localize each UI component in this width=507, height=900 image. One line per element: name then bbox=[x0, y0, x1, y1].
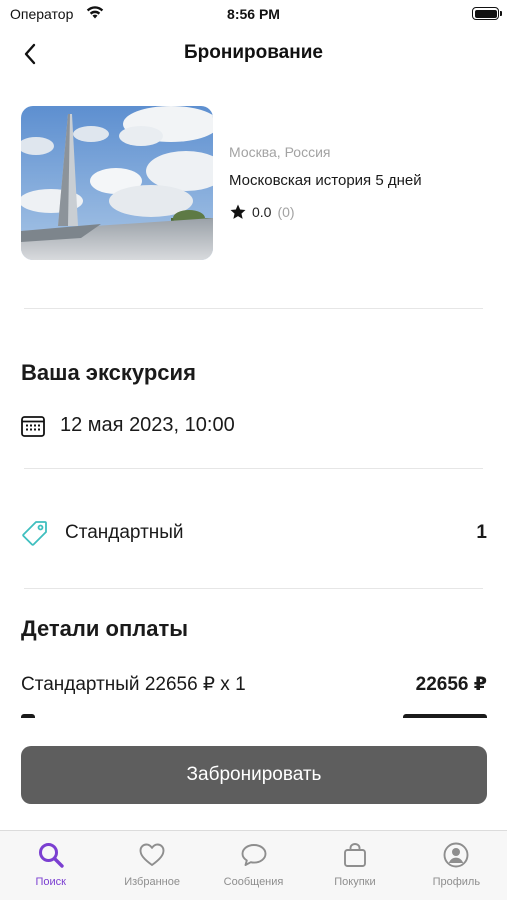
battery-icon bbox=[472, 7, 502, 20]
tour-name: Московская история 5 дней bbox=[229, 172, 422, 189]
excursion-date-row[interactable]: 12 мая 2023, 10:00 bbox=[21, 414, 235, 437]
tab-label: Сообщения bbox=[223, 876, 284, 888]
star-icon bbox=[230, 204, 246, 219]
price-tag-icon bbox=[22, 521, 47, 546]
status-time: 8:56 PM bbox=[227, 6, 280, 22]
search-icon bbox=[38, 843, 64, 868]
payment-row-partial bbox=[0, 700, 507, 718]
tour-location: Москва, Россия bbox=[229, 144, 331, 160]
excursion-date: 12 мая 2023, 10:00 bbox=[60, 414, 235, 436]
tab-label: Поиск bbox=[35, 876, 66, 888]
tour-rating: 0.0 (0) bbox=[229, 203, 295, 221]
page-title: Бронирование bbox=[184, 42, 323, 63]
tab-favorites[interactable]: Избранное bbox=[101, 831, 202, 900]
ticket-count: 1 bbox=[476, 522, 487, 543]
payment-row-amount: 22656 ₽ bbox=[415, 674, 487, 695]
tab-label: Избранное bbox=[124, 876, 180, 888]
book-button[interactable]: Забронировать bbox=[21, 746, 487, 804]
payment-row-label: Стандартный 22656 ₽ х 1 bbox=[21, 674, 246, 695]
divider bbox=[24, 468, 483, 469]
calendar-icon bbox=[21, 415, 45, 437]
tab-label: Профиль bbox=[432, 876, 481, 888]
tab-label: Покупки bbox=[334, 876, 376, 888]
payment-section-title: Детали оплаты bbox=[21, 616, 189, 641]
payment-row: Стандартный 22656 ₽ х 1 22656 ₽ bbox=[21, 673, 487, 696]
tab-messages[interactable]: Сообщения bbox=[203, 831, 304, 900]
tab-profile[interactable]: Профиль bbox=[406, 831, 507, 900]
rating-value: 0.0 bbox=[252, 204, 272, 220]
ticket-type: Стандартный bbox=[65, 522, 184, 543]
shopping-bag-icon bbox=[343, 843, 366, 867]
ticket-row[interactable]: Стандартный 1 bbox=[21, 517, 487, 549]
status-bar: Оператор 8:56 PM bbox=[0, 0, 507, 30]
tab-bar: Поиск Избранное Сообщения Покупки Профил… bbox=[0, 830, 507, 900]
review-count: (0) bbox=[277, 204, 295, 220]
divider bbox=[24, 588, 483, 589]
chat-bubble-icon bbox=[241, 844, 266, 866]
tab-search[interactable]: Поиск bbox=[0, 831, 101, 900]
divider bbox=[24, 308, 483, 309]
excursion-section-title: Ваша экскурсия bbox=[21, 360, 196, 385]
tour-image[interactable] bbox=[21, 106, 213, 260]
monument-photo bbox=[21, 106, 213, 260]
profile-icon bbox=[443, 842, 469, 868]
tab-purchases[interactable]: Покупки bbox=[304, 831, 405, 900]
heart-icon bbox=[139, 843, 165, 866]
